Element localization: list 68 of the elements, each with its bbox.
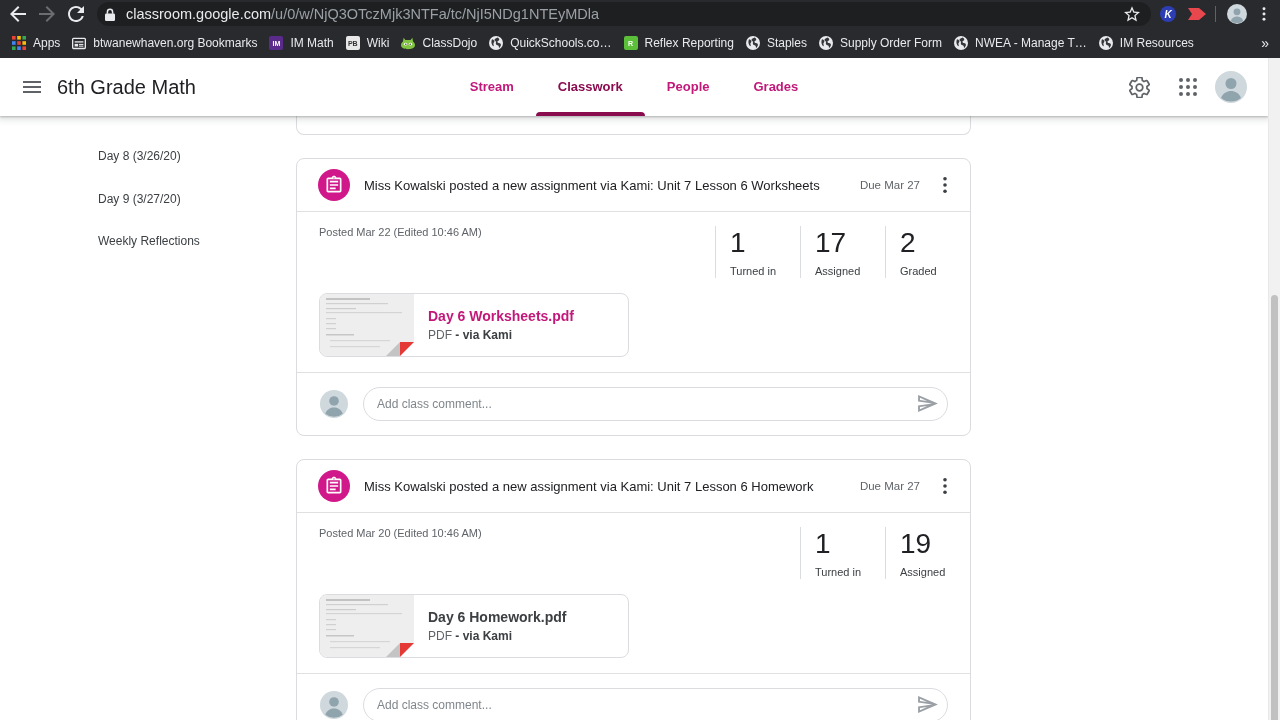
lock-icon xyxy=(105,7,115,21)
bookmark-link[interactable]: btwanewhaven.org Bookmarks xyxy=(66,31,264,55)
nav-tab[interactable]: Classwork xyxy=(535,58,645,116)
url-text: classroom.google.com/u/0/w/NjQ3OTczMjk3NTFa/tc/NjI5NDg1NTEyMDla xyxy=(126,6,600,22)
topic-link[interactable]: Day 9 (3/27/20) xyxy=(98,190,181,207)
bookmark-link[interactable]: NWEA - Manage T… xyxy=(948,31,1093,55)
folder-icon xyxy=(72,36,87,50)
topic-link[interactable]: Weekly Reflections xyxy=(98,233,200,249)
more-bookmarks-button[interactable]: » xyxy=(1258,35,1272,51)
apps-grid-icon xyxy=(12,36,26,50)
stat-count: 2 xyxy=(900,228,916,258)
bookmark-link[interactable]: QuickSchools.co… xyxy=(483,31,618,55)
arrow-tag-icon[interactable] xyxy=(1188,8,1206,20)
stat-count: 1 xyxy=(815,529,831,559)
stat-count: 17 xyxy=(815,228,847,258)
course-title: 6th Grade Math xyxy=(57,75,196,99)
nav-tab[interactable]: People xyxy=(644,58,732,116)
globe-icon xyxy=(1098,36,1113,50)
attachment-link[interactable]: Day 6 Worksheets.pdf xyxy=(428,307,574,325)
address-bar[interactable]: classroom.google.com/u/0/w/NjQ3OTczMjk3NTFa/tc/NjI5NDg1NTEyMDla xyxy=(97,2,1151,26)
avatar-icon xyxy=(320,390,348,418)
stat-label: Turned in xyxy=(730,264,777,278)
reload-icon[interactable] xyxy=(68,6,84,22)
file-type-label: PDF - via Kami xyxy=(428,327,513,343)
extension-letter-icon[interactable]: K xyxy=(1160,6,1176,22)
posted-date: Posted Mar 20 (Edited 10:46 AM) xyxy=(319,526,482,541)
due-date: Due Mar 27 xyxy=(859,480,920,492)
nav-tab[interactable]: Stream xyxy=(447,58,536,116)
stat-label: Graded xyxy=(900,264,937,278)
back-icon[interactable] xyxy=(10,6,26,22)
apps-grid-icon[interactable] xyxy=(1179,78,1197,96)
bookmark-link[interactable]: Supply Order Form xyxy=(812,31,948,55)
file-type-label: PDF - via Kami xyxy=(428,628,513,644)
clipboard-icon xyxy=(318,470,350,502)
bookmark-link[interactable]: Staples xyxy=(739,31,813,55)
stat-count: 1 xyxy=(730,228,746,258)
avatar-icon[interactable] xyxy=(1227,4,1247,24)
globe-icon xyxy=(818,36,833,50)
globe-icon xyxy=(745,36,760,50)
comment-field[interactable]: Add class comment... xyxy=(363,688,948,720)
stat-label: Assigned xyxy=(815,264,861,278)
send-icon[interactable] xyxy=(918,395,938,412)
topic-link[interactable]: Day 8 (3/26/20) xyxy=(98,148,181,164)
stat-count: 19 xyxy=(900,529,932,559)
nav-tab[interactable]: Grades xyxy=(731,58,821,116)
stat-label: Turned in xyxy=(815,565,862,579)
globe-icon xyxy=(954,36,968,50)
due-date: Due Mar 27 xyxy=(859,179,920,191)
stat-label: Assigned xyxy=(900,565,946,579)
bookmark-link[interactable]: Apps xyxy=(6,31,67,55)
send-icon[interactable] xyxy=(918,696,938,713)
globe-icon xyxy=(489,36,504,50)
more-vertical-icon[interactable] xyxy=(1262,7,1266,21)
menu-icon[interactable] xyxy=(23,81,41,93)
bookmark-link[interactable]: IM Resources xyxy=(1092,31,1200,55)
comment-field[interactable]: Add class comment... xyxy=(363,387,948,421)
settings-icon[interactable] xyxy=(1129,76,1150,98)
clipboard-icon xyxy=(318,169,350,201)
more-options-icon[interactable] xyxy=(942,477,948,495)
bookmark-star-icon[interactable] xyxy=(1124,6,1140,22)
assignment-title[interactable]: Miss Kowalski posted a new assignment via Kami: Unit 7 Lesson 6 Homework xyxy=(364,478,847,494)
attachment-link[interactable]: Day 6 Homework.pdf xyxy=(428,608,567,626)
more-options-icon[interactable] xyxy=(942,176,948,194)
monster-face-icon xyxy=(401,36,416,50)
bookmark-link[interactable]: ClassDojo xyxy=(395,31,484,55)
assignment-title[interactable]: Miss Kowalski posted a new assignment via Kami: Unit 7 Lesson 6 Worksheets xyxy=(364,177,847,193)
posted-date: Posted Mar 22 (Edited 10:46 AM) xyxy=(319,225,482,240)
scrollbar-thumb[interactable] xyxy=(1271,295,1278,720)
